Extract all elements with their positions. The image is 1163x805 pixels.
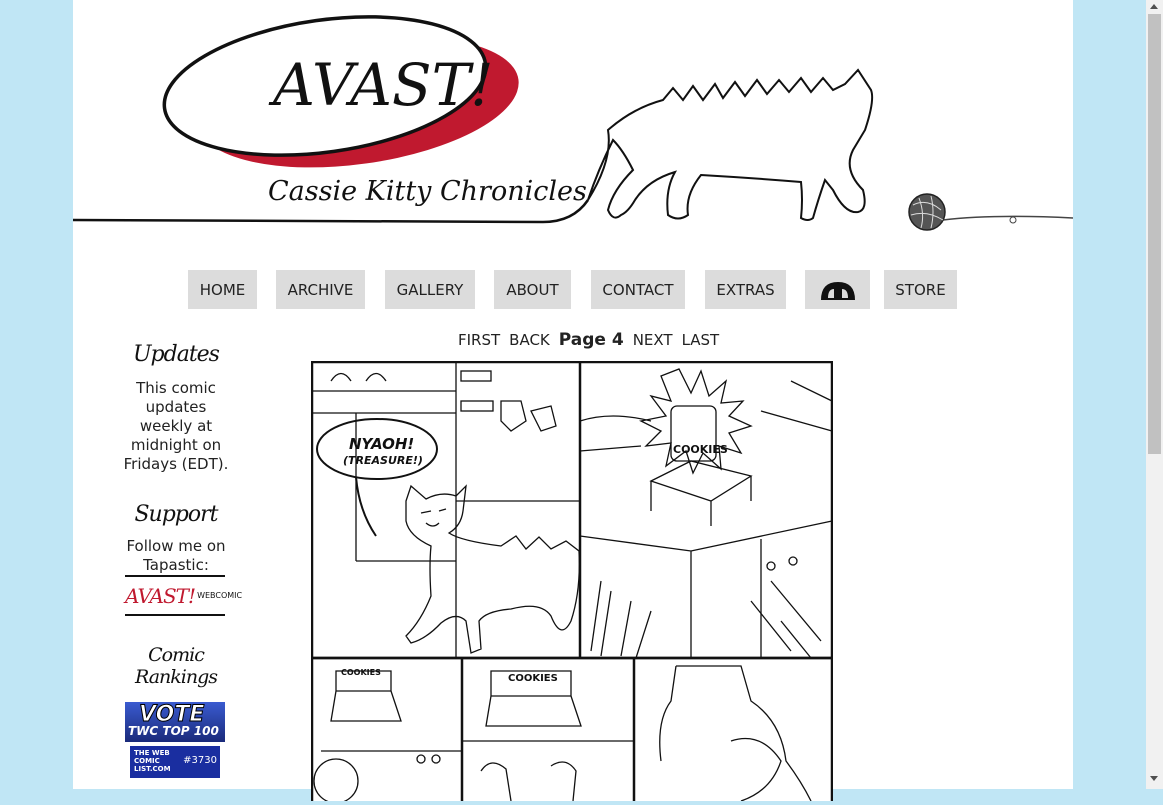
tapastic-banner-sub: WEBCOMIC — [197, 591, 243, 600]
vote-banner-bottom: TWC TOP 100 — [128, 724, 219, 738]
nav-archive-button[interactable]: ARCHIVE — [276, 270, 365, 309]
pager-next-link[interactable]: NEXT — [633, 331, 673, 349]
pager-last-link[interactable]: LAST — [682, 331, 720, 349]
cookie-jar-label-2: COOKIES — [341, 668, 381, 677]
nav-extras-button[interactable]: EXTRAS — [705, 270, 786, 309]
cat-outline — [587, 68, 874, 221]
vote-banner[interactable]: VOTE TWC TOP 100 — [125, 702, 225, 742]
comic-pager: FIRST BACK Page 4 NEXT LAST — [458, 330, 719, 352]
site-header: AVAST! Cassie Kitty Chronicles — [73, 0, 1073, 240]
page-container: AVAST! Cassie Kitty Chronicles HOME ARCH… — [73, 0, 1073, 804]
speech-main: NYAOH! — [349, 435, 414, 453]
scroll-up-arrow-icon[interactable] — [1150, 4, 1158, 9]
yarn-knot — [1009, 216, 1017, 224]
comic-panel-1-frame — [310, 360, 834, 660]
main-nav: HOME ARCHIVE GALLERY ABOUT CONTACT EXTRA… — [73, 270, 1073, 309]
support-heading: Support — [134, 502, 218, 527]
vertical-scrollbar[interactable] — [1146, 0, 1163, 789]
yarn-string — [942, 215, 1073, 221]
twcl-rank: #3730 — [183, 755, 217, 766]
updates-heading: Updates — [133, 342, 220, 367]
yarn-ball — [908, 193, 946, 231]
nav-store-button[interactable]: STORE — [884, 270, 957, 309]
tapastic-banner-title: AVAST! — [125, 583, 196, 608]
header-art: AVAST! Cassie Kitty Chronicles — [73, 15, 1073, 231]
rankings-heading: Comic Rankings — [134, 644, 218, 688]
comic-page-image: NYAOH! (TREASURE!) COOKIES COOKIES COOKI… — [310, 360, 834, 804]
logo-title: AVAST! — [268, 51, 494, 119]
tapastic-banner[interactable]: AVAST! WEBCOMIC — [125, 575, 242, 616]
deviantart-icon — [820, 281, 855, 300]
pager-current-page: Page 4 — [558, 330, 624, 350]
nav-gallery-button[interactable]: GALLERY — [385, 270, 475, 309]
nav-about-button[interactable]: ABOUT — [494, 270, 571, 309]
twcl-banner-text: THE WEB COMIC LIST.COM — [134, 749, 171, 773]
pager-back-link[interactable]: BACK — [509, 331, 550, 349]
nav-contact-button[interactable]: CONTACT — [591, 270, 685, 309]
support-text: Follow me on Tapastic: — [126, 537, 226, 574]
cookie-jar-label-3: COOKIES — [508, 673, 558, 684]
scroll-down-arrow-icon[interactable] — [1150, 776, 1158, 781]
nav-home-button[interactable]: HOME — [188, 270, 257, 309]
comic-panels: NYAOH! (TREASURE!) COOKIES COOKIES COOKI… — [310, 360, 834, 804]
nav-deviantart-button[interactable] — [805, 270, 870, 309]
speech-sub: (TREASURE!) — [343, 454, 423, 467]
twcl-banner[interactable]: THE WEB COMIC LIST.COM #3730 — [130, 746, 220, 778]
cookie-jar-label: COOKIES — [673, 443, 728, 456]
scrollbar-thumb[interactable] — [1148, 14, 1161, 454]
updates-text: This comic updates weekly at midnight on… — [123, 379, 229, 473]
logo-subtitle: Cassie Kitty Chronicles — [268, 176, 587, 207]
pager-first-link[interactable]: FIRST — [458, 331, 500, 349]
sidebar: Updates This comic updates weekly at mid… — [121, 340, 242, 778]
